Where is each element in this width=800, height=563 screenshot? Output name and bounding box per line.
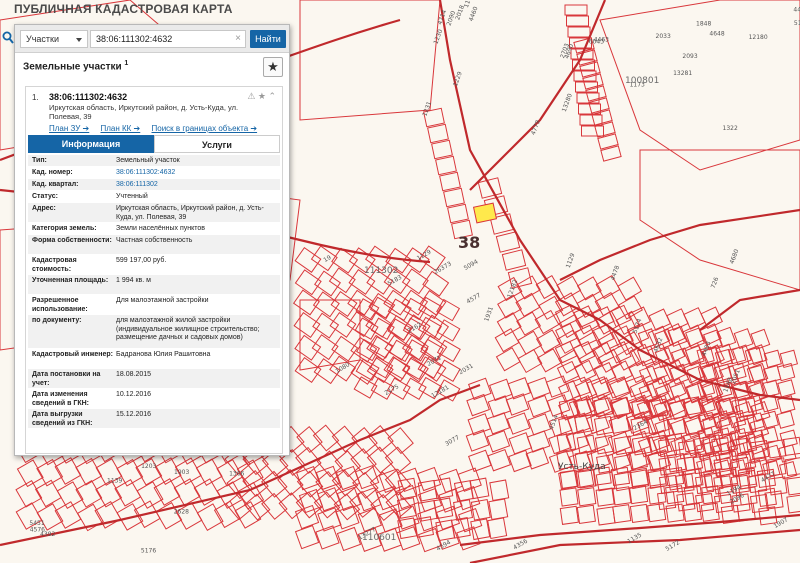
- info-value: 15.12.2016: [116, 411, 152, 418]
- info-key: Форма собственности:: [32, 237, 112, 244]
- info-row: Кадастровая стоимость: 599 197,00 руб.: [28, 255, 280, 275]
- result-address: Иркутская область, Иркутский район, д. У…: [49, 103, 239, 121]
- search-panel: Участки 38:06:111302:4632 × Найти Земель…: [2, 24, 290, 456]
- info-value: Земли населённых пунктов: [116, 225, 206, 232]
- info-row: Статус: Учтенный: [28, 191, 280, 203]
- favorites-button[interactable]: ★: [263, 57, 283, 77]
- info-value: 599 197,00 руб.: [116, 257, 167, 264]
- info-key: Уточненная площадь:: [32, 277, 109, 284]
- parcel-number-label: 5176: [141, 548, 156, 555]
- parcel-number-label: 2628: [174, 508, 189, 515]
- search-in-bounds-link[interactable]: Поиск в границах объекта ➔: [152, 124, 258, 133]
- info-value: для малоэтажной жилой застройки (индивид…: [116, 317, 260, 341]
- info-key: Кадастровая стоимость:: [32, 257, 77, 273]
- parcel-number-label: 1903: [174, 469, 189, 476]
- tab-information[interactable]: Информация: [28, 135, 154, 153]
- info-row: Уточненная площадь: 1 994 кв. м: [28, 275, 280, 295]
- info-row: Дата выгрузки сведений из ГКН: 15.12.2016: [28, 409, 280, 429]
- info-row: Кадастровый инженер: Бадранова Юлия Рашит…: [28, 349, 280, 369]
- result-card: 1. 38:06:111302:4632 ⚠ ★ ⌃ Иркутская обл…: [25, 86, 283, 454]
- result-number: 1.: [32, 93, 39, 102]
- parcel-number-label: 1848: [696, 21, 711, 28]
- parcel-number-label: 4576: [30, 526, 45, 533]
- info-key: Кад. номер:: [32, 169, 73, 176]
- info-key: Дата выгрузки сведений из ГКН:: [32, 411, 93, 427]
- info-row: Категория земель: Земли населённых пункто…: [28, 223, 280, 235]
- info-key: Дата изменения сведений в ГКН:: [32, 391, 89, 407]
- parcel-number-label: 1139: [107, 478, 122, 485]
- info-row: Дата изменения сведений в ГКН: 10.12.2016: [28, 389, 280, 409]
- settlement-label: Усть-Куда: [558, 462, 606, 472]
- info-value: 18.08.2015: [116, 371, 152, 378]
- info-value: Частная собственность: [116, 237, 193, 244]
- info-row: Кад. номер: 38:06:111302:4632: [28, 167, 280, 179]
- info-key: Адрес:: [32, 205, 56, 212]
- chevron-down-icon: [76, 38, 82, 42]
- info-value: Земельный участок: [116, 157, 180, 164]
- quarter-label-110601: 110601: [362, 533, 396, 543]
- info-key: Дата постановки на учет:: [32, 371, 101, 387]
- info-value: Иркутская область, Иркутский район, д. У…: [116, 205, 264, 221]
- info-row: Разрешенное использование: Для малоэтажно…: [28, 295, 280, 315]
- parcel-number-label: 1203: [141, 463, 156, 470]
- find-button[interactable]: Найти: [250, 30, 286, 48]
- results-count: 1: [124, 60, 129, 67]
- plan-kk-link[interactable]: План КК ➔: [101, 124, 141, 133]
- result-cadastral-number[interactable]: 38:06:111302:4632: [49, 92, 127, 102]
- quarter-label-111302: 111302: [364, 266, 398, 276]
- info-key: Кад. квартал:: [32, 181, 79, 188]
- parcel-number-label: 4648: [709, 31, 724, 38]
- search-type-label: Участки: [26, 34, 59, 44]
- parcel-number-label: 1322: [723, 125, 738, 132]
- parcel-number-label: 4463: [594, 37, 609, 44]
- parcel-number-label: 4494: [793, 7, 800, 14]
- results-title: Земельные участки 1: [23, 60, 128, 72]
- info-row: по документу: для малоэтажной жилой застр…: [28, 315, 280, 349]
- search-type-select[interactable]: Участки: [20, 30, 88, 48]
- info-row: Кад. квартал: 38:06:111302: [28, 179, 280, 191]
- search-input[interactable]: 38:06:111302:4632 ×: [90, 30, 246, 48]
- quarter-label-100801: 100801: [625, 76, 659, 86]
- plan-zu-link[interactable]: План ЗУ ➔: [49, 124, 89, 133]
- info-value-link[interactable]: 38:06:111302: [116, 181, 276, 190]
- info-row: Адрес: Иркутская область, Иркутский район…: [28, 203, 280, 223]
- district-label: 38: [458, 233, 480, 252]
- result-status-icons[interactable]: ⚠ ★ ⌃: [247, 91, 276, 102]
- clear-icon[interactable]: ×: [235, 33, 241, 44]
- info-key: по документу:: [32, 317, 82, 324]
- info-value-link[interactable]: 38:06:111302:4632: [116, 169, 276, 178]
- info-key: Статус:: [32, 193, 58, 200]
- search-query: 38:06:111302:4632: [96, 34, 173, 44]
- info-row: Тип: Земельный участок: [28, 155, 280, 167]
- info-row: Дата постановки на учет: 18.08.2015: [28, 369, 280, 389]
- parcel-number-label: 513: [794, 20, 800, 27]
- info-key: Категория земель:: [32, 225, 97, 232]
- info-tabs: Информация Услуги: [26, 135, 282, 153]
- parcel-number-label: 13281: [673, 70, 692, 77]
- result-links: План ЗУ ➔ План КК ➔ Поиск в границах объ…: [49, 124, 266, 133]
- search-icon[interactable]: [2, 31, 14, 45]
- info-row: Форма собственности: Частная собственност…: [28, 235, 280, 255]
- info-key: Разрешенное использование:: [32, 297, 88, 313]
- selected-parcel[interactable]: [472, 202, 498, 224]
- results-title-text: Земельные участки: [23, 61, 122, 73]
- info-table: Тип: Земельный участок Кад. номер: 38:06:11…: [28, 155, 280, 429]
- info-value: Для малоэтажной застройки: [116, 297, 209, 304]
- parcel-number-label: 2033: [656, 33, 671, 40]
- info-key: Тип:: [32, 157, 47, 164]
- parcel-number-label: 1366: [229, 471, 244, 478]
- app-title: ПУБЛИЧНАЯ КАДАСТРОВАЯ КАРТА: [14, 2, 233, 16]
- info-key: Кадастровый инженер:: [32, 351, 114, 358]
- search-bar: Участки 38:06:111302:4632 × Найти: [2, 25, 289, 53]
- parcel-number-label: 2093: [682, 53, 697, 60]
- tab-services[interactable]: Услуги: [154, 135, 280, 153]
- info-value: Бадранова Юлия Рашитовна: [116, 351, 211, 358]
- parcel-number-label: 12180: [749, 34, 768, 41]
- info-value: 1 994 кв. м: [116, 277, 151, 284]
- info-value: 10.12.2016: [116, 391, 152, 398]
- info-value: Учтенный: [116, 193, 148, 200]
